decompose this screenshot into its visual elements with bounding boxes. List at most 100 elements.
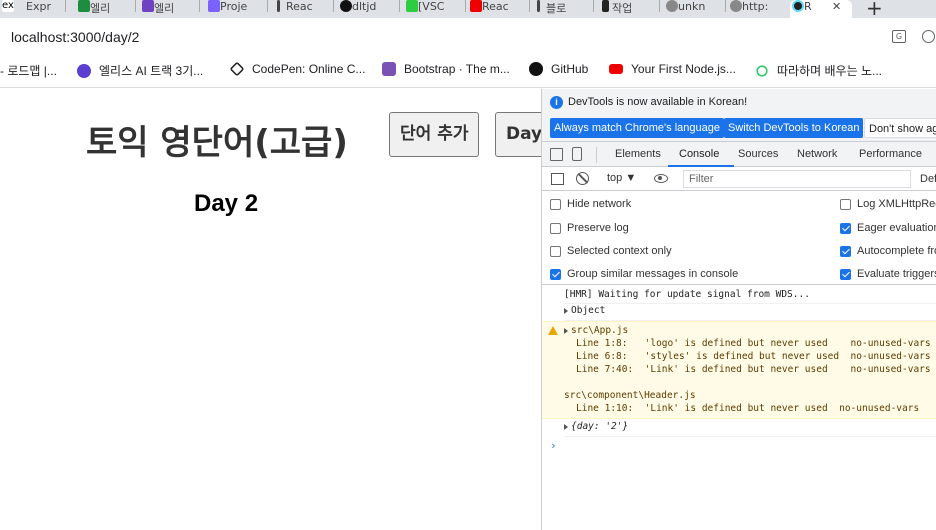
tab-label: R bbox=[804, 0, 812, 13]
option-label: Evaluate triggers bbox=[857, 268, 936, 280]
dont-show-again-button[interactable]: Don't show ag bbox=[864, 118, 936, 138]
bookmark-label: Bootstrap · The m... bbox=[404, 62, 510, 76]
checkbox[interactable] bbox=[550, 198, 561, 210]
console-toolbar: top ▼ Filter Def bbox=[542, 167, 936, 191]
console-object-entry[interactable]: {day: '2'} bbox=[564, 421, 936, 437]
youtube-icon bbox=[470, 0, 482, 12]
hide-network-option[interactable]: Hide network bbox=[550, 198, 631, 210]
bookmark-item[interactable]: Your First Node.js... bbox=[609, 62, 736, 76]
live-expression-eye-icon[interactable] bbox=[654, 174, 668, 183]
devtools-tabbar: Elements Console Sources Network Perform… bbox=[542, 141, 936, 167]
console-object-label: Object bbox=[571, 305, 606, 316]
checkbox[interactable] bbox=[840, 198, 851, 210]
group-similar-option[interactable]: Group similar messages in console bbox=[550, 268, 738, 280]
clear-console-icon[interactable] bbox=[576, 172, 589, 185]
bookmarks-bar: - 로드맵 |... 엘리스 AI 트랙 3기... CodePen: Onli… bbox=[0, 54, 936, 88]
console-message: [HMR] Waiting for update signal from WDS… bbox=[564, 289, 936, 304]
browser-tab[interactable]: 블로 bbox=[532, 0, 594, 18]
browser-tab[interactable]: ex Expr bbox=[0, 0, 66, 18]
bookmark-label: - 로드맵 |... bbox=[0, 64, 57, 78]
bookmark-item[interactable]: - 로드맵 |... bbox=[0, 62, 57, 79]
tab-favicon-icon bbox=[208, 0, 220, 12]
tab-sources[interactable]: Sources bbox=[738, 148, 778, 160]
switch-to-korean-button[interactable]: Switch DevTools to Korean bbox=[724, 118, 864, 138]
context-selector[interactable]: top ▼ bbox=[607, 172, 636, 184]
expand-triangle-icon[interactable] bbox=[564, 307, 568, 314]
add-day-button[interactable]: Day bbox=[495, 112, 541, 157]
preserve-log-option[interactable]: Preserve log bbox=[550, 222, 629, 234]
elice-icon bbox=[77, 63, 91, 78]
tab-network[interactable]: Network bbox=[797, 148, 837, 160]
day-heading: Day 2 bbox=[194, 190, 259, 217]
browser-tab-active[interactable]: R ✕ bbox=[790, 0, 852, 18]
warning-file-label: src\App.js bbox=[571, 325, 629, 336]
url-field[interactable]: localhost:3000/day/2 bbox=[11, 29, 139, 45]
bookmark-item[interactable]: 엘리스 AI 트랙 3기... bbox=[77, 62, 203, 79]
bookmark-label: 따라하며 배우는 노... bbox=[777, 64, 882, 78]
tab-label: Reac bbox=[286, 0, 313, 13]
option-label: Selected context only bbox=[567, 245, 672, 257]
eager-evaluation-option[interactable]: Eager evaluation bbox=[840, 222, 936, 234]
console-prompt-icon[interactable]: › bbox=[550, 439, 557, 452]
log-xhr-option[interactable]: Log XMLHttpReq bbox=[840, 198, 936, 210]
expand-triangle-icon[interactable] bbox=[564, 423, 568, 430]
bootstrap-icon bbox=[382, 62, 396, 76]
checkbox[interactable] bbox=[550, 245, 561, 257]
checkbox[interactable] bbox=[840, 222, 851, 234]
console-object-label: {day: '2'} bbox=[571, 421, 629, 432]
browser-tab[interactable]: Reac bbox=[272, 0, 334, 18]
warning-file[interactable]: src\App.js bbox=[564, 325, 628, 336]
new-tab-button[interactable]: + bbox=[866, 0, 883, 18]
devtools-language-infobar: i DevTools is now available in Korean! A… bbox=[542, 89, 936, 141]
warning-line: Line 1:8: 'logo' is defined but never us… bbox=[576, 338, 931, 349]
youtube-icon bbox=[609, 64, 623, 74]
console-sidebar-icon[interactable] bbox=[551, 173, 564, 185]
close-icon[interactable]: ✕ bbox=[832, 0, 841, 13]
evaluate-triggers-option[interactable]: Evaluate triggers bbox=[840, 268, 936, 280]
tab-label: [VSC bbox=[418, 0, 445, 13]
option-label: Log XMLHttpReq bbox=[857, 198, 936, 210]
always-match-language-button[interactable]: Always match Chrome's language bbox=[550, 118, 724, 138]
add-word-button[interactable]: 단어 추가 bbox=[389, 112, 480, 157]
browser-tab[interactable]: 엘리 bbox=[140, 0, 200, 18]
tab-favicon-icon bbox=[277, 0, 280, 12]
option-label: Autocomplete fro bbox=[857, 245, 936, 257]
browser-tab[interactable]: 엘리 bbox=[76, 0, 136, 18]
bookmark-item[interactable]: 따라하며 배우는 노... bbox=[755, 62, 882, 79]
browser-tab[interactable]: http: bbox=[728, 0, 788, 18]
console-output: [HMR] Waiting for update signal from WDS… bbox=[542, 285, 936, 530]
tab-elements[interactable]: Elements bbox=[615, 148, 661, 160]
infobar-text: DevTools is now available in Korean! bbox=[568, 96, 748, 108]
inspect-element-icon[interactable] bbox=[550, 148, 563, 161]
checkbox[interactable] bbox=[550, 222, 561, 234]
checkbox[interactable] bbox=[550, 268, 561, 280]
checkbox[interactable] bbox=[840, 245, 851, 257]
browser-tab[interactable]: [VSC bbox=[404, 0, 466, 18]
autocomplete-option[interactable]: Autocomplete fro bbox=[840, 245, 936, 257]
tab-label: http: bbox=[742, 0, 769, 13]
log-levels-dropdown[interactable]: Def bbox=[920, 173, 936, 185]
codepen-icon bbox=[229, 61, 245, 77]
bookmark-item[interactable]: Bootstrap · The m... bbox=[382, 62, 510, 76]
browser-tab[interactable]: Proje bbox=[206, 0, 268, 18]
tab-favicon-icon bbox=[406, 0, 418, 12]
expand-triangle-icon[interactable] bbox=[564, 327, 568, 334]
browser-tab[interactable]: 작업 bbox=[598, 0, 660, 18]
tab-console[interactable]: Console bbox=[679, 148, 719, 160]
browser-tab[interactable]: dltjd bbox=[338, 0, 400, 18]
browser-tab[interactable]: Reac bbox=[468, 0, 530, 18]
tab-performance[interactable]: Performance bbox=[859, 148, 922, 160]
browser-tab[interactable]: unkn bbox=[664, 0, 726, 18]
console-filter-input[interactable]: Filter bbox=[683, 170, 911, 188]
zoom-icon[interactable] bbox=[922, 30, 935, 43]
bookmark-item[interactable]: GitHub bbox=[529, 62, 588, 76]
console-object-entry[interactable]: Object bbox=[564, 305, 936, 321]
tab-label: 블로 bbox=[546, 2, 567, 15]
address-bar: localhost:3000/day/2 G bbox=[0, 18, 936, 54]
device-toolbar-icon[interactable] bbox=[572, 147, 582, 161]
checkbox[interactable] bbox=[840, 268, 851, 280]
bookmark-item[interactable]: CodePen: Online C... bbox=[229, 61, 365, 77]
tab-label: unkn bbox=[678, 0, 706, 13]
selected-context-option[interactable]: Selected context only bbox=[550, 245, 672, 257]
translate-icon[interactable]: G bbox=[892, 30, 906, 43]
